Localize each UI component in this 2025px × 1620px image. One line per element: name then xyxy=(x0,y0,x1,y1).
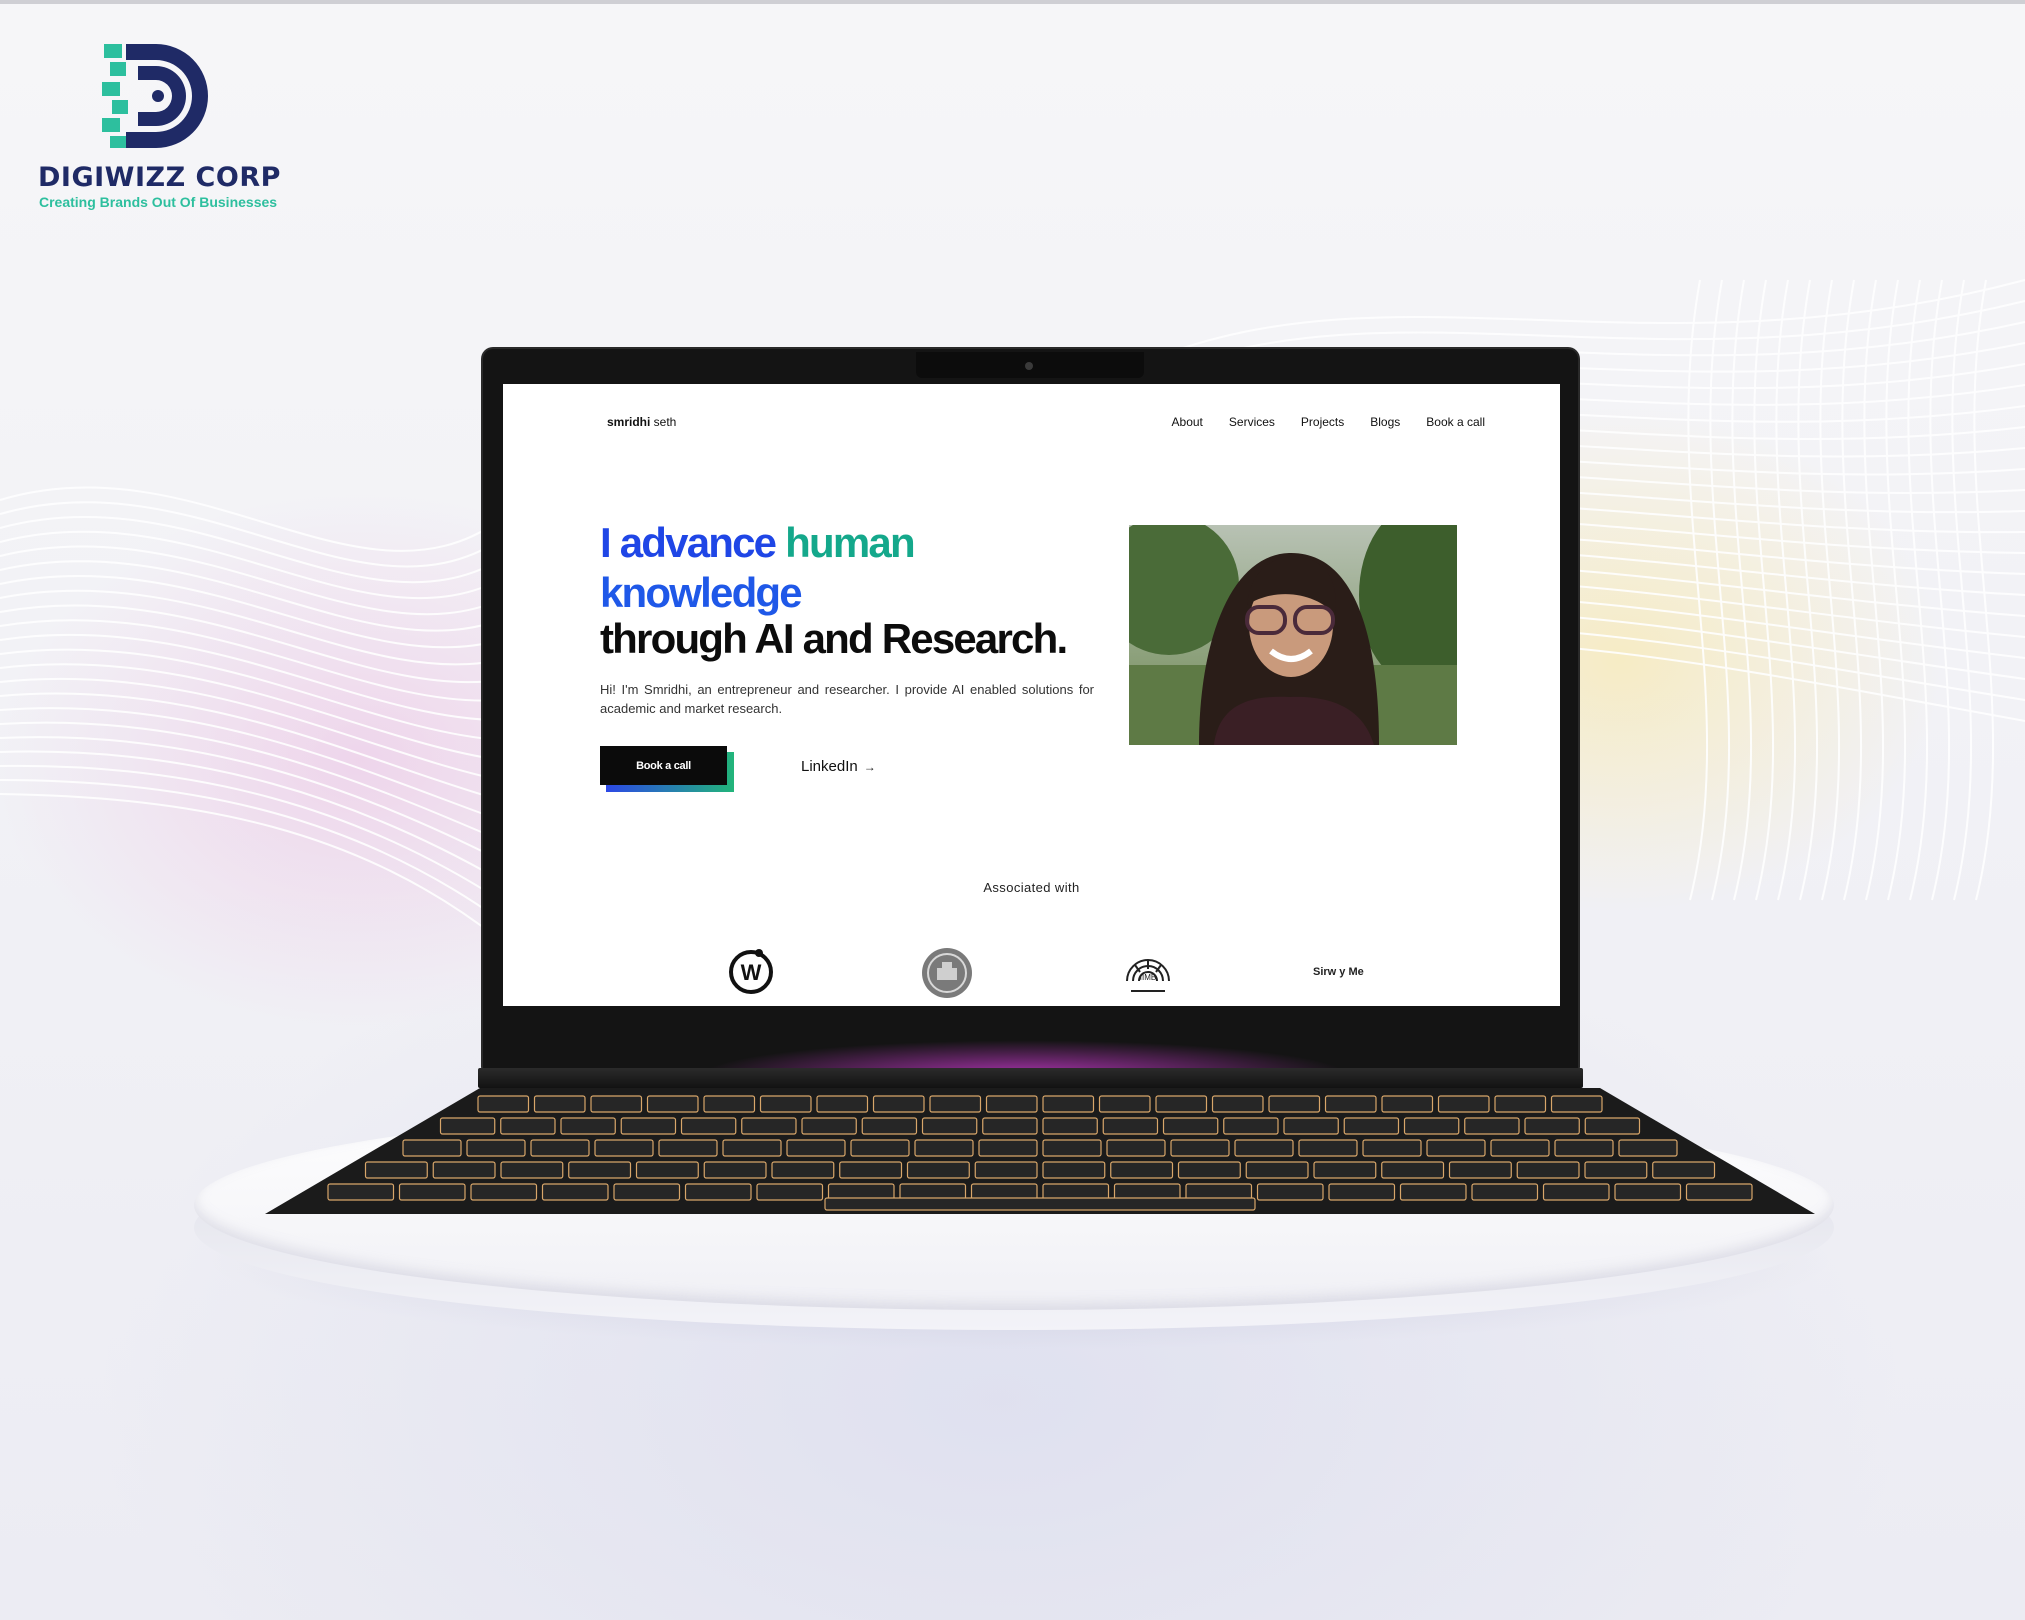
hero-intro: Hi! I'm Smridhi, an entrepreneur and res… xyxy=(600,682,1094,716)
nav-book-a-call[interactable]: Book a call xyxy=(1426,415,1485,429)
nav-blogs[interactable]: Blogs xyxy=(1370,415,1400,429)
laptop-screen: smridhi seth About Services Projects Blo… xyxy=(503,384,1560,1006)
hero-headline: I advance human knowledge through AI and… xyxy=(600,518,1120,664)
site-nav: About Services Projects Blogs Book a cal… xyxy=(1172,415,1485,429)
linkedin-label: LinkedIn xyxy=(801,758,858,775)
webcam-icon xyxy=(1025,362,1033,370)
associated-with-label: Associated with xyxy=(983,880,1080,895)
nav-projects[interactable]: Projects xyxy=(1301,415,1344,429)
headline-highlight: human xyxy=(785,519,915,566)
headline-part: I advance xyxy=(600,519,786,566)
wiy-circle-logo-icon: W xyxy=(729,949,773,994)
partner-logo-text: Sirw y Me xyxy=(1313,966,1364,978)
nav-services[interactable]: Services xyxy=(1229,415,1275,429)
digiwizz-d-mark xyxy=(102,44,208,148)
laptop-hinge xyxy=(478,1068,1583,1088)
arrow-right-icon: → xyxy=(863,760,876,774)
brand-name: DIGIWIZZ CORP xyxy=(38,162,281,193)
nav-about[interactable]: About xyxy=(1172,415,1203,429)
iimb-logo-icon: IIMB xyxy=(1126,959,1170,992)
book-call-button-wrap: Book a call xyxy=(600,746,734,792)
headline-line3: through AI and Research. xyxy=(600,615,1068,662)
profile-photo xyxy=(1129,525,1457,745)
site-logo[interactable]: smridhi seth xyxy=(607,415,676,429)
book-call-button[interactable]: Book a call xyxy=(600,746,727,785)
keyboard-keys xyxy=(327,1095,1753,1211)
university-seal-logo-icon xyxy=(922,948,972,998)
linkedin-link[interactable]: LinkedIn → xyxy=(801,758,876,775)
brand-tagline: Creating Brands Out Of Businesses xyxy=(39,194,278,210)
svg-text:IIMB: IIMB xyxy=(1140,973,1156,982)
headline-line2: knowledge xyxy=(600,569,803,616)
svg-text:W: W xyxy=(741,960,762,985)
